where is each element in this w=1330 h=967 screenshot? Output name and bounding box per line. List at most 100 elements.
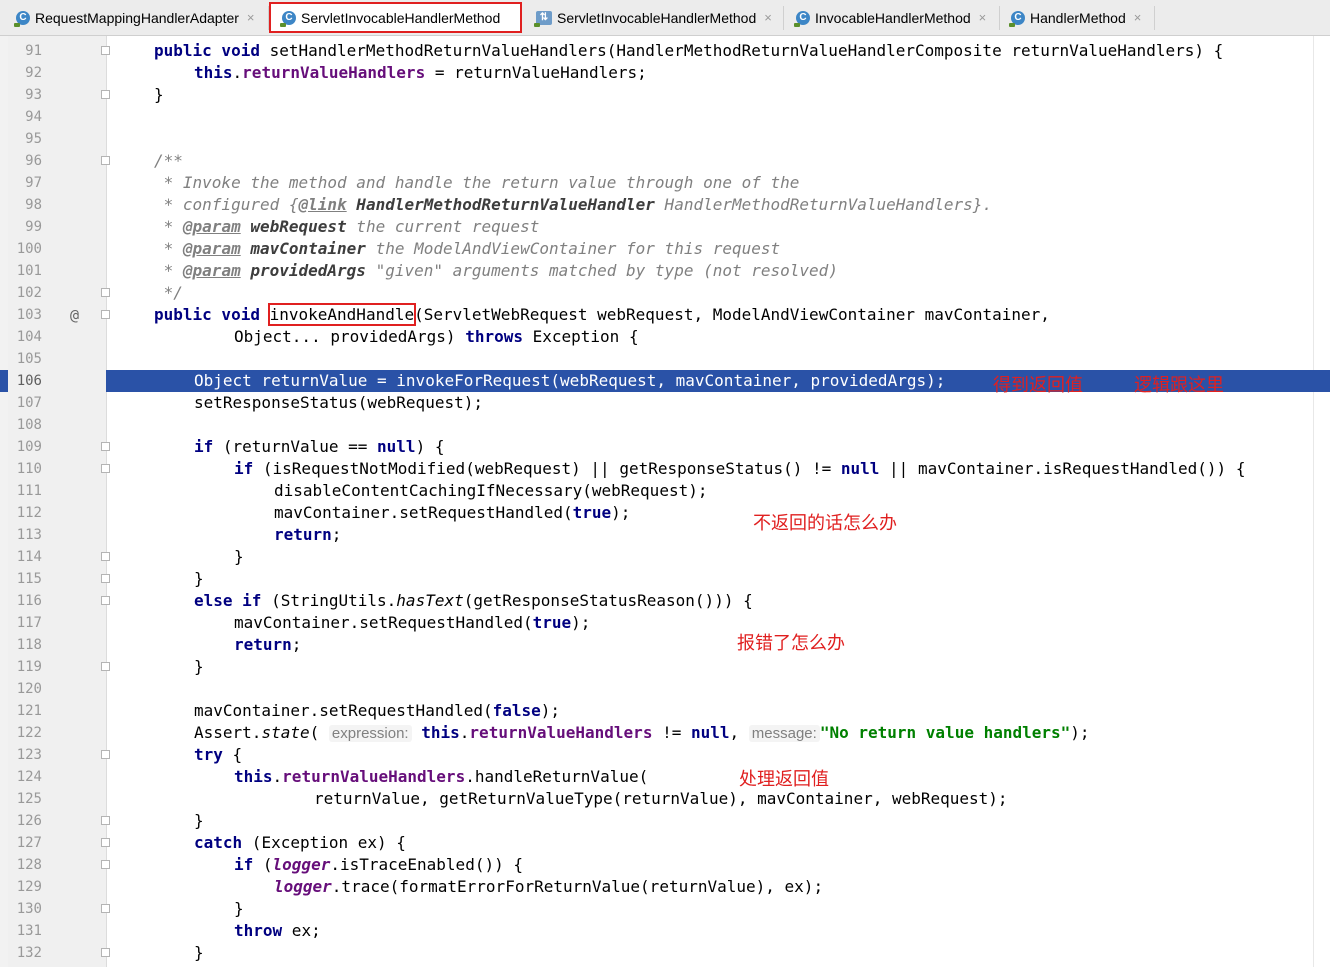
javadoc-comment: * — [154, 261, 183, 280]
line-number: 119 — [16, 659, 42, 675]
code-line[interactable]: 131 throw ex; — [0, 920, 1330, 942]
code-line[interactable]: 117 mavContainer.setRequestHandled(true)… — [0, 612, 1330, 634]
code-line[interactable]: 104 Object... providedArgs) throws Excep… — [0, 326, 1330, 348]
fold-icon[interactable] — [101, 46, 110, 55]
tab-servlet-invocable-handler-method-test[interactable]: ⇅ ServletInvocableHandlerMethod × — [534, 2, 772, 33]
code-line[interactable]: 100 * @param mavContainer the ModelAndVi… — [0, 238, 1330, 260]
fold-icon[interactable] — [101, 904, 110, 913]
tab-request-mapping-handler-adapter[interactable]: C RequestMappingHandlerAdapter × — [14, 2, 255, 33]
code-line[interactable]: 113 return; — [0, 524, 1330, 546]
code-line[interactable]: 111 disableContentCachingIfNecessary(web… — [0, 480, 1330, 502]
close-icon[interactable]: × — [1134, 10, 1142, 25]
code-text: ; — [291, 635, 302, 654]
code-line[interactable]: 121 mavContainer.setRequestHandled(false… — [0, 700, 1330, 722]
method-name-invoke-and-handle[interactable]: invokeAndHandle — [267, 303, 417, 326]
fold-icon[interactable] — [101, 442, 110, 451]
line-number: 94 — [25, 109, 42, 125]
code-text: ); — [1070, 723, 1090, 742]
javadoc-param-name: mavContainer — [240, 239, 366, 258]
code-line[interactable]: 125 returnValue, getReturnValueType(retu… — [0, 788, 1330, 810]
fold-icon[interactable] — [101, 552, 110, 561]
code-line[interactable]: 119 } — [0, 656, 1330, 678]
tab-handler-method[interactable]: C HandlerMethod × — [1009, 2, 1142, 33]
code-line[interactable]: 105 — [0, 348, 1330, 370]
code-line[interactable]: 95 — [0, 128, 1330, 150]
code-text: ) { — [415, 437, 445, 456]
tab-servlet-invocable-handler-method[interactable]: C ServletInvocableHandlerMethod — [269, 2, 522, 33]
code-line[interactable]: 101 * @param providedArgs "given" argume… — [0, 260, 1330, 282]
fold-icon[interactable] — [101, 662, 110, 671]
string-literal: "No return value handlers" — [819, 723, 1071, 742]
code-line[interactable]: 98 * configured {@link HandlerMethodRetu… — [0, 194, 1330, 216]
code-line[interactable]: 129 logger.trace(formatErrorForReturnVal… — [0, 876, 1330, 898]
close-icon[interactable]: × — [979, 10, 987, 25]
javadoc-tag[interactable]: @link — [299, 195, 347, 214]
line-number: 100 — [16, 241, 42, 257]
code-line[interactable]: 123 try { — [0, 744, 1330, 766]
code-line[interactable]: 110 if (isRequestNotModified(webRequest)… — [0, 458, 1330, 480]
code-line[interactable]: 91 public void setHandlerMethodReturnVal… — [0, 40, 1330, 62]
code-line[interactable]: 122 Assert.state( expression: this.retur… — [0, 722, 1330, 744]
code-line[interactable]: 93 } — [0, 84, 1330, 106]
field-reference: logger — [272, 855, 331, 874]
fold-icon[interactable] — [101, 310, 110, 319]
keyword: return — [234, 635, 292, 654]
javadoc-comment: /** — [154, 151, 183, 170]
line-number: 113 — [16, 527, 42, 543]
keyword: if — [194, 437, 214, 456]
code-line[interactable]: 92 this.returnValueHandlers = returnValu… — [0, 62, 1330, 84]
code-line[interactable]: 107 setResponseStatus(webRequest); — [0, 392, 1330, 414]
code-line[interactable]: 132 } — [0, 942, 1330, 964]
code-editor[interactable]: 91 public void setHandlerMethodReturnVal… — [0, 36, 1330, 967]
override-marker-icon[interactable]: @ — [70, 304, 79, 326]
code-line[interactable]: 96 /** — [0, 150, 1330, 172]
close-icon[interactable]: × — [764, 10, 772, 25]
code-line[interactable]: 116 else if (StringUtils.hasText(getResp… — [0, 590, 1330, 612]
code-line[interactable]: 115 } — [0, 568, 1330, 590]
fold-icon[interactable] — [101, 596, 110, 605]
fold-icon[interactable] — [101, 90, 110, 99]
fold-icon[interactable] — [101, 948, 110, 957]
tab-separator — [1154, 6, 1155, 30]
code-text: .handleReturnValue( — [465, 767, 649, 786]
line-number: 130 — [16, 901, 42, 917]
code-line[interactable]: 109 if (returnValue == null) { — [0, 436, 1330, 458]
line-number: 120 — [16, 681, 42, 697]
code-line[interactable]: 97 * Invoke the method and handle the re… — [0, 172, 1330, 194]
code-text: . — [232, 63, 243, 82]
close-icon[interactable]: × — [247, 10, 255, 25]
code-line[interactable]: 120 — [0, 678, 1330, 700]
line-number: 101 — [16, 263, 42, 279]
javadoc-tag: @param — [182, 261, 241, 280]
code-line[interactable]: 124 this.returnValueHandlers.handleRetur… — [0, 766, 1330, 788]
code-line[interactable]: 94 — [0, 106, 1330, 128]
code-line[interactable]: 108 — [0, 414, 1330, 436]
code-line[interactable]: 127 catch (Exception ex) { — [0, 832, 1330, 854]
javadoc-comment: * configured { — [154, 195, 299, 214]
code-line[interactable]: 128 if (logger.isTraceEnabled()) { — [0, 854, 1330, 876]
code-line[interactable]: 130 } — [0, 898, 1330, 920]
fold-icon[interactable] — [101, 816, 110, 825]
code-line[interactable]: 99 * @param webRequest the current reque… — [0, 216, 1330, 238]
fold-icon[interactable] — [101, 838, 110, 847]
fold-icon[interactable] — [101, 574, 110, 583]
field-reference: returnValueHandlers — [242, 63, 426, 82]
fold-icon[interactable] — [101, 156, 110, 165]
keyword: null — [690, 723, 730, 742]
code-line[interactable]: 126 } — [0, 810, 1330, 832]
code-text: } — [194, 811, 204, 830]
code-text: { — [222, 745, 243, 764]
code-line[interactable]: 114 } — [0, 546, 1330, 568]
javadoc-param-name: providedArgs — [240, 261, 366, 280]
fold-icon[interactable] — [101, 288, 110, 297]
code-line[interactable]: 103 @ public void invokeAndHandle(Servle… — [0, 303, 1330, 326]
code-line[interactable]: 118 return; — [0, 634, 1330, 656]
code-line[interactable]: 112 mavContainer.setRequestHandled(true)… — [0, 502, 1330, 524]
fold-icon[interactable] — [101, 750, 110, 759]
tab-invocable-handler-method[interactable]: C InvocableHandlerMethod × — [794, 2, 987, 33]
fold-icon[interactable] — [101, 860, 110, 869]
code-line[interactable]: 102 */ — [0, 282, 1330, 304]
selected-code-line[interactable]: 106 Object returnValue = invokeForReques… — [0, 370, 1330, 392]
code-text: .trace(formatErrorForReturnValue(returnV… — [331, 877, 824, 896]
fold-icon[interactable] — [101, 464, 110, 473]
